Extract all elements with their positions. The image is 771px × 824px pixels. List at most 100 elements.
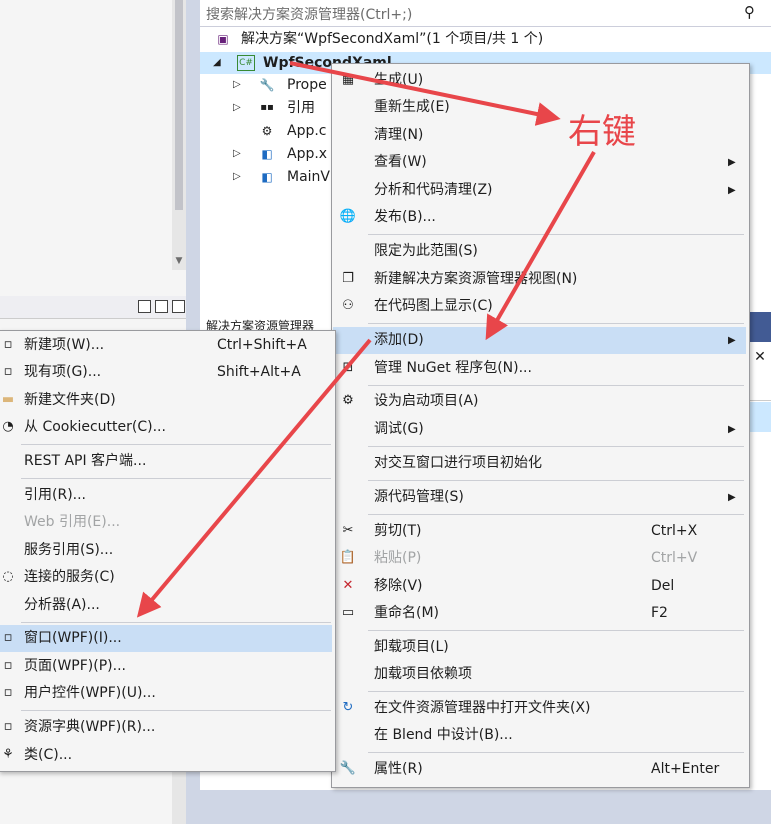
submenu-item-reference[interactable]: 引用(R)...	[0, 482, 333, 509]
menu-item-label: 发布(B)...	[374, 209, 436, 225]
menu-item-scope[interactable]: 限定为此范围(S)	[332, 238, 747, 265]
cookiecutter-icon: ◔	[2, 419, 14, 434]
menu-item-label: 页面(WPF)(P)...	[24, 658, 126, 674]
menu-item-label: 调试(G)	[374, 421, 424, 437]
menu-item-source-control[interactable]: 源代码管理(S) ▶	[332, 484, 747, 511]
menu-item-view[interactable]: 查看(W) ▶	[332, 149, 747, 176]
menu-item-label: 重命名(M)	[374, 605, 440, 621]
submenu-arrow-icon: ▶	[728, 157, 736, 168]
solution-icon: ▣	[217, 32, 229, 46]
menu-item-label: 管理 NuGet 程序包(N)...	[374, 360, 532, 376]
menu-item-label: 添加(D)	[374, 332, 424, 348]
submenu-item-new-item[interactable]: ▫ 新建项(W)... Ctrl+Shift+A	[0, 332, 333, 359]
class-icon: ⚘	[2, 747, 14, 762]
menu-item-label: REST API 客户端...	[24, 453, 147, 469]
expand-arrow-icon[interactable]: ▷	[233, 143, 241, 165]
menu-separator	[368, 234, 744, 235]
menu-shortcut: Ctrl+V	[651, 550, 698, 566]
menu-shortcut: Shift+Alt+A	[217, 364, 301, 380]
submenu-item-usercontrol-wpf[interactable]: ▫ 用户控件(WPF)(U)...	[0, 680, 333, 707]
rename-icon: ▭	[341, 605, 355, 620]
submenu-item-service-reference[interactable]: 服务引用(S)...	[0, 537, 333, 564]
menu-item-properties[interactable]: 🔧 属性(R) Alt+Enter	[332, 756, 747, 783]
menu-item-rename[interactable]: ▭ 重命名(M) F2	[332, 600, 747, 627]
submenu-item-class[interactable]: ⚘ 类(C)...	[0, 742, 333, 769]
menu-item-nuget[interactable]: ⊞ 管理 NuGet 程序包(N)...	[332, 355, 747, 382]
menu-item-load-deps[interactable]: 加载项目依赖项	[332, 661, 747, 688]
menu-item-label: 重新生成(E)	[374, 99, 450, 115]
menu-item-add[interactable]: 添加(D) ▶	[333, 327, 746, 354]
menu-item-blend[interactable]: 在 Blend 中设计(B)...	[332, 722, 747, 749]
menu-item-label: 在文件资源管理器中打开文件夹(X)	[374, 700, 591, 716]
menu-item-label: 用户控件(WPF)(U)...	[24, 685, 156, 701]
menu-item-paste[interactable]: 📋 粘贴(P) Ctrl+V	[332, 545, 747, 572]
left-bottom-scrollbar[interactable]	[172, 770, 186, 824]
split-icon[interactable]	[138, 300, 151, 313]
window-icon: ▫	[3, 630, 13, 645]
expand-toggle-icon[interactable]	[172, 300, 185, 313]
expand-arrow-icon[interactable]: ▷	[233, 74, 241, 96]
new-item-icon: ▫	[3, 337, 13, 352]
left-scrollbar-thumb[interactable]	[175, 0, 183, 210]
xaml-file-icon: ◧	[261, 147, 273, 161]
search-icon[interactable]: ⚲	[744, 3, 755, 21]
submenu-item-page-wpf[interactable]: ▫ 页面(WPF)(P)...	[0, 653, 333, 680]
submenu-item-web-reference[interactable]: Web 引用(E)...	[0, 509, 333, 536]
menu-item-debug[interactable]: 调试(G) ▶	[332, 416, 747, 443]
submenu-item-analyzer[interactable]: 分析器(A)...	[0, 592, 333, 619]
menu-item-label: 现有项(G)...	[24, 364, 102, 380]
menu-item-label: 在代码图上显示(C)	[374, 298, 493, 314]
csharp-project-icon: C#	[237, 55, 255, 71]
menu-item-label: 新建项(W)...	[24, 337, 105, 353]
menu-item-startup[interactable]: ⚙ 设为启动项目(A)	[332, 388, 747, 415]
menu-item-rebuild[interactable]: 重新生成(E)	[332, 94, 747, 121]
right-edge-selection	[749, 402, 771, 432]
submenu-item-rest-api[interactable]: REST API 客户端...	[0, 448, 333, 475]
menu-item-label: 移除(V)	[374, 578, 423, 594]
menu-item-open-folder[interactable]: ↻ 在文件资源管理器中打开文件夹(X)	[332, 695, 747, 722]
submenu-item-window-wpf[interactable]: ▫ 窗口(WPF)(I)...	[0, 625, 332, 652]
dropdown-chevron-icon[interactable]	[749, 372, 771, 401]
scissors-icon: ✂	[342, 523, 354, 538]
menu-item-label: 新建解决方案资源管理器视图(N)	[374, 271, 578, 287]
menu-item-publish[interactable]: 🌐 发布(B)...	[332, 204, 747, 231]
scroll-down-icon[interactable]: ▼	[172, 256, 186, 270]
user-control-icon: ▫	[3, 685, 13, 700]
menu-item-label: 查看(W)	[374, 154, 427, 170]
menu-item-new-view[interactable]: ❐ 新建解决方案资源管理器视图(N)	[332, 266, 747, 293]
menu-item-unload[interactable]: 卸载项目(L)	[332, 634, 747, 661]
menu-item-label: 对交互窗口进行项目初始化	[374, 455, 542, 471]
expand-arrow-icon[interactable]: ▷	[233, 97, 241, 119]
refresh-arrow-icon: ↻	[342, 700, 354, 715]
build-icon: ▦	[341, 72, 355, 87]
menu-item-label: 服务引用(S)...	[24, 542, 114, 558]
close-icon[interactable]: ✕	[749, 346, 771, 368]
menu-item-remove[interactable]: ✕ 移除(V) Del	[332, 573, 747, 600]
menu-item-label: 源代码管理(S)	[374, 489, 464, 505]
menu-item-cut[interactable]: ✂ 剪切(T) Ctrl+X	[332, 518, 747, 545]
submenu-item-existing-item[interactable]: ▫ 现有项(G)... Shift+Alt+A	[0, 359, 333, 386]
collapse-icon[interactable]	[155, 300, 168, 313]
menu-item-interactive[interactable]: 对交互窗口进行项目初始化	[332, 450, 747, 477]
menu-item-code-map[interactable]: ⚇ 在代码图上显示(C)	[332, 293, 747, 320]
expand-arrow-icon[interactable]: ◢	[213, 52, 221, 74]
menu-item-clean[interactable]: 清理(N)	[332, 122, 747, 149]
menu-item-label: 生成(U)	[374, 72, 424, 88]
menu-item-label: 类(C)...	[24, 747, 73, 763]
menu-separator	[368, 691, 744, 692]
menu-separator	[368, 323, 744, 324]
menu-item-analyze[interactable]: 分析和代码清理(Z) ▶	[332, 177, 747, 204]
annotation-label: 右键	[568, 112, 636, 152]
submenu-item-cookiecutter[interactable]: ◔ 从 Cookiecutter(C)...	[0, 414, 333, 441]
add-submenu: ▫ 新建项(W)... Ctrl+Shift+A ▫ 现有项(G)... Shi…	[0, 330, 336, 772]
search-input[interactable]: 搜索解决方案资源管理器(Ctrl+;)	[206, 4, 412, 24]
menu-item-build[interactable]: ▦ 生成(U)	[332, 67, 747, 94]
menu-item-label: 分析器(A)...	[24, 597, 100, 613]
submenu-item-connected-services[interactable]: ◌ 连接的服务(C)	[0, 564, 333, 591]
page-icon: ▫	[3, 658, 13, 673]
submenu-item-new-folder[interactable]: ▬ 新建文件夹(D)	[0, 387, 333, 414]
submenu-item-resource-dictionary[interactable]: ▫ 资源字典(WPF)(R)...	[0, 714, 333, 741]
expand-arrow-icon[interactable]: ▷	[233, 166, 241, 188]
wrench-icon: 🔧	[259, 78, 275, 92]
nuget-icon: ⊞	[342, 360, 354, 375]
